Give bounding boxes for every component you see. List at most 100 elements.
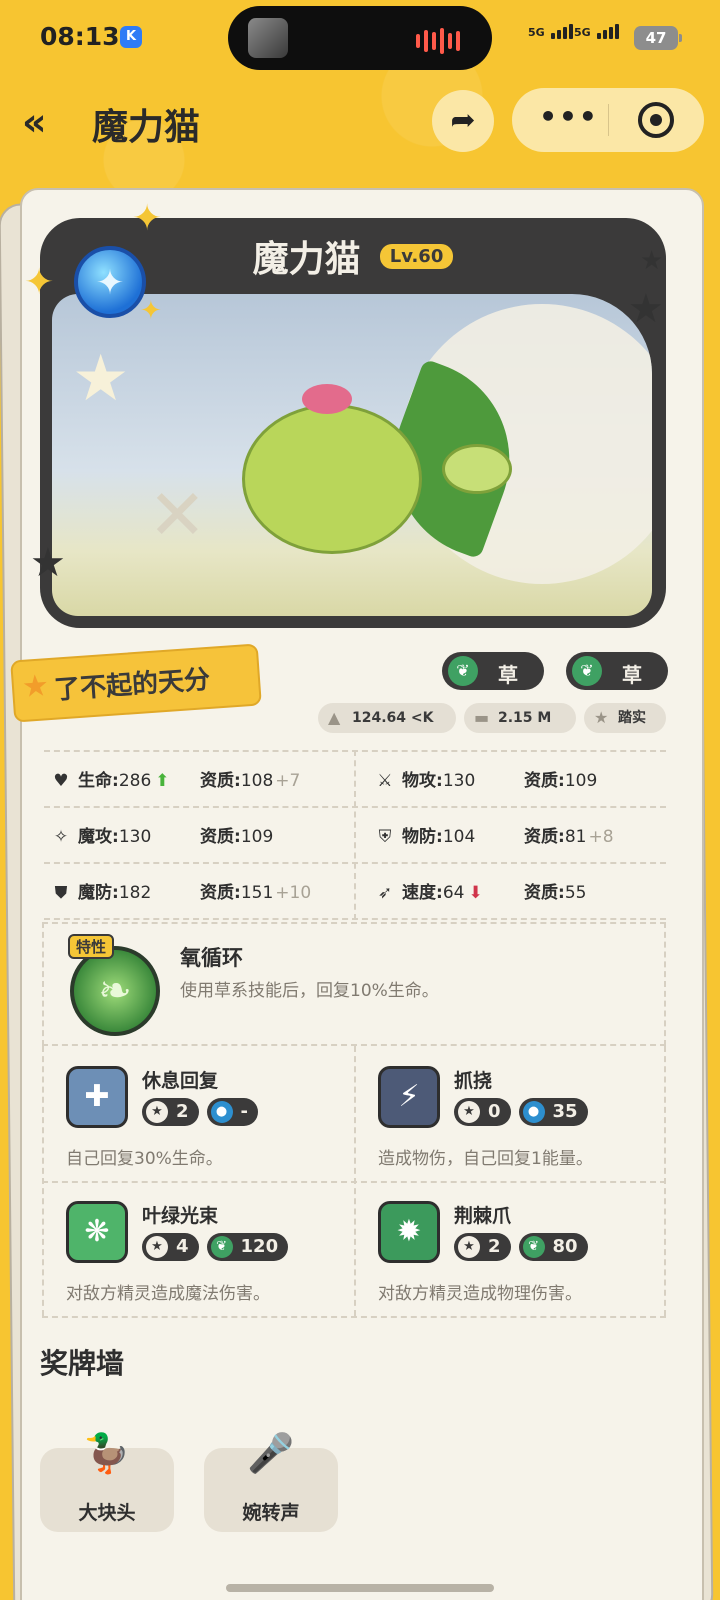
stat-row: ⛊ 魔防:182 资质:151 +10 ➶ 速度:64 ⬇ 资质:55 bbox=[44, 862, 666, 918]
talent-star-icon: ★ bbox=[20, 668, 51, 705]
weight-icon: ▲ bbox=[328, 708, 341, 727]
skill-card[interactable]: ✚ 休息回复 ★ 2 ● - 自己回复30%生命。 bbox=[42, 1046, 354, 1181]
star-cost-icon: ★ bbox=[458, 1101, 480, 1123]
heal-skill-icon: ✚ bbox=[66, 1066, 128, 1128]
skill-cost-badge: ★ 4 bbox=[142, 1233, 199, 1261]
skills-grid: ✚ 休息回复 ★ 2 ● - 自己回复30%生命。 ⚡ 抓挠 ★ 0 ● 35 造成物伤… bbox=[42, 1046, 666, 1318]
signal-bars-icon bbox=[550, 24, 573, 39]
stat-magic-attack: ✧ 魔攻:130 bbox=[50, 822, 151, 847]
skill-badges: ★ 0 ● 35 bbox=[454, 1098, 588, 1126]
grass-type-icon: ❦ bbox=[448, 656, 478, 686]
magic-shield-icon: ⛊ bbox=[54, 883, 68, 903]
close-miniapp-icon[interactable] bbox=[638, 102, 674, 138]
stat-phys-defense-aptitude: 资质:81 +8 bbox=[524, 827, 614, 847]
skill-description: 对敌方精灵造成魔法伤害。 bbox=[66, 1284, 270, 1304]
weight-badge: ▲ 124.64 <K bbox=[318, 703, 456, 733]
stat-up-arrow-icon: ⬆ bbox=[155, 771, 170, 791]
pet-illustration bbox=[242, 358, 538, 574]
sparkle-icon: ✦ bbox=[24, 262, 55, 303]
signal-bars-icon bbox=[596, 24, 619, 39]
skill-description: 对敌方精灵造成物理伤害。 bbox=[378, 1284, 582, 1304]
singer-trophy-icon: 🎤 bbox=[247, 1431, 295, 1475]
skill-power-badge: ● 35 bbox=[518, 1098, 588, 1126]
sparkle-icon: ✦ bbox=[132, 198, 163, 239]
stat-hp-aptitude: 资质:108 +7 bbox=[200, 771, 301, 791]
boot-icon: ➶ bbox=[377, 883, 393, 903]
stat-magic-attack-aptitude: 资质:109 bbox=[200, 827, 274, 847]
skill-power-badge: ● - bbox=[206, 1098, 259, 1126]
energy-icon: ● bbox=[522, 1101, 545, 1123]
windmill-decoration: ✕ bbox=[148, 474, 207, 556]
height-badge: ▬ 2.15 M bbox=[464, 703, 576, 733]
skill-description: 造成物伤，自己回复1能量。 bbox=[378, 1149, 593, 1169]
nav-bar: « 魔力猫 ➦ ••• bbox=[0, 86, 720, 158]
grass-type-icon: ❦ bbox=[572, 656, 602, 686]
skill-badges: ★ 4 ❦ 120 bbox=[142, 1233, 289, 1261]
leaf-ability-icon: ❧ bbox=[70, 946, 160, 1036]
star-cost-icon: ★ bbox=[458, 1236, 480, 1258]
medal-label: 婉转声 bbox=[242, 1502, 300, 1524]
stat-speed: ➶ 速度:64 ⬇ bbox=[374, 878, 483, 903]
stats-table: ♥ 生命:286 ⬆ 资质:108 +7 ⚔ 物攻:130 资质:109 ✧ 魔攻:130… bbox=[44, 750, 666, 920]
ability-name: 氧循环 bbox=[180, 946, 243, 970]
medal-item[interactable]: 🎤 婉转声 bbox=[204, 1431, 338, 1532]
pet-portrait[interactable]: ★ ✕ bbox=[52, 294, 652, 616]
leaf-beam-skill-icon: ❋ bbox=[66, 1201, 128, 1263]
energy-icon: ● bbox=[210, 1101, 233, 1123]
stat-phys-attack: ⚔ 物攻:130 bbox=[374, 766, 475, 791]
audio-wave-icon bbox=[416, 28, 460, 54]
signal-indicator-1: 5G bbox=[528, 24, 573, 39]
stat-speed-aptitude: 资质:55 bbox=[524, 883, 587, 903]
skill-card[interactable]: ⚡ 抓挠 ★ 0 ● 35 造成物伤，自己回复1能量。 bbox=[354, 1046, 666, 1181]
media-thumbnail bbox=[248, 18, 288, 58]
skill-power-badge: ❦ 120 bbox=[206, 1233, 289, 1261]
dark-star-icon: ★ bbox=[628, 286, 664, 332]
battery-indicator: 47 bbox=[634, 26, 682, 50]
sparkle-icon: ✦ bbox=[140, 296, 162, 326]
grass-power-icon: ❦ bbox=[210, 1236, 233, 1258]
type-badge-1[interactable]: ❦ 草 bbox=[442, 652, 544, 690]
skill-badges: ★ 2 ● - bbox=[142, 1098, 259, 1126]
type-badge-2[interactable]: ❦ 草 bbox=[566, 652, 668, 690]
ability-description: 使用草系技能后，回复10%生命。 bbox=[180, 981, 439, 1001]
ability-panel[interactable]: ❧ 特性 氧循环 使用草系技能后，回复10%生命。 bbox=[42, 922, 666, 1046]
skill-name: 荆棘爪 bbox=[454, 1205, 512, 1227]
skill-cost-badge: ★ 0 bbox=[454, 1098, 511, 1126]
element-orb-icon: ✦ bbox=[74, 246, 146, 318]
stat-phys-attack-aptitude: 资质:109 bbox=[524, 771, 598, 791]
stat-down-arrow-icon: ⬇ bbox=[468, 883, 483, 903]
skill-cost-badge: ★ 2 bbox=[142, 1098, 199, 1126]
level-badge: Lv.60 bbox=[379, 243, 454, 269]
star-icon: ★ bbox=[594, 708, 609, 727]
star-cost-icon: ★ bbox=[146, 1101, 168, 1123]
stat-magic-defense-aptitude: 资质:151 +10 bbox=[200, 883, 312, 903]
home-indicator[interactable] bbox=[226, 1584, 494, 1592]
ability-tag: 特性 bbox=[68, 934, 115, 959]
status-bar: 08:13 K 5G 5G 47 bbox=[0, 0, 720, 78]
status-time: 08:13 bbox=[40, 22, 120, 51]
k-app-icon: K bbox=[120, 26, 142, 48]
talent-label: 了不起的天分 bbox=[53, 664, 212, 706]
skill-power-badge: ❦ 80 bbox=[518, 1233, 588, 1261]
wand-icon: ✧ bbox=[53, 827, 69, 847]
back-button[interactable]: « bbox=[22, 100, 47, 144]
share-button[interactable]: ➦ bbox=[432, 90, 494, 152]
skill-cost-badge: ★ 2 bbox=[454, 1233, 511, 1261]
skill-description: 自己回复30%生命。 bbox=[66, 1149, 223, 1169]
dynamic-island[interactable] bbox=[228, 6, 492, 70]
medal-label: 大块头 bbox=[78, 1502, 136, 1524]
medal-item[interactable]: 🦆 大块头 bbox=[40, 1431, 174, 1532]
more-options-button[interactable]: ••• bbox=[534, 100, 604, 133]
skill-card[interactable]: ❋ 叶绿光束 ★ 4 ❦ 120 对敌方精灵造成魔法伤害。 bbox=[42, 1181, 354, 1316]
skill-badges: ★ 2 ❦ 80 bbox=[454, 1233, 588, 1261]
skill-name: 叶绿光束 bbox=[142, 1205, 219, 1227]
skill-name: 抓挠 bbox=[454, 1070, 493, 1092]
signal-indicator-2: 5G bbox=[574, 24, 619, 39]
skill-name: 休息回复 bbox=[142, 1070, 219, 1092]
ruler-icon: ▬ bbox=[474, 708, 490, 727]
skill-card[interactable]: ✹ 荆棘爪 ★ 2 ❦ 80 对敌方精灵造成物理伤害。 bbox=[354, 1181, 666, 1316]
thorn-claw-skill-icon: ✹ bbox=[378, 1201, 440, 1263]
stat-phys-defense: ⛨ 物防:104 bbox=[374, 822, 476, 847]
dark-star-icon: ★ bbox=[640, 246, 664, 276]
claw-skill-icon: ⚡ bbox=[378, 1066, 440, 1128]
